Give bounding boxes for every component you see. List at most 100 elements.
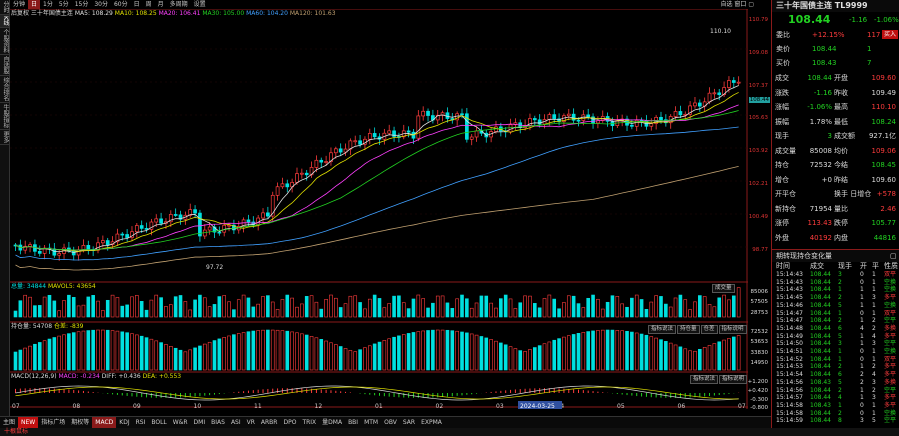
volume-bar [295,306,299,318]
volume-bar [139,301,144,318]
x-axis-label: 06 [678,403,686,409]
oi-bar [76,331,81,371]
oi-bar [236,333,241,371]
oi-button-0[interactable]: 指标说法 [648,325,677,334]
oi-bar [596,330,600,371]
candle [139,225,144,229]
left-tab-1[interactable]: K线 [0,15,9,28]
volume-bar [261,296,265,318]
candle [198,212,202,237]
price-axis-label: 110.79 [748,17,768,23]
status-bar: 十根鼠标 [0,428,899,436]
x-axis-label: 02 [436,403,444,409]
left-tab-4[interactable]: 综合排名 [0,76,9,103]
high-label: 110.10 [710,28,731,35]
tick-cell: 108.44 [810,417,831,425]
period-button-8[interactable]: 周 [143,0,155,9]
macd-axis-label: +1.200 [747,379,768,385]
left-tab-6[interactable]: 更多 [0,130,9,145]
oi-bar [227,335,231,371]
oi-bar [115,330,120,371]
dea-line [15,386,739,400]
period-button-5[interactable]: 30分 [91,0,111,9]
toolbar-right-icons[interactable]: 自选 窗口 ▢ [721,0,754,9]
volume-bar [547,294,552,318]
macd-button-0[interactable]: 指标说法 [690,375,719,384]
volume-bar [727,299,731,318]
volume-bar [207,306,212,318]
candle [134,225,139,233]
kline-chart[interactable]: 110.1097.7207080910111201020304050607202… [10,9,748,409]
oi-bar [169,346,173,371]
oi-bar [639,333,644,371]
period-button-3[interactable]: 5分 [56,0,72,9]
dea-value: DEA: +0.553 [142,373,182,380]
oi-bar [130,333,134,371]
oi-bar [712,343,717,371]
candle [426,110,430,116]
left-tab-5[interactable]: 牛股指标 [0,103,9,130]
period-button-10[interactable]: 多周期 [167,0,191,9]
volume-button[interactable]: 成交量 [712,284,735,293]
period-button-2[interactable]: 1分 [40,0,56,9]
oi-bar [28,345,32,371]
volume-axis-label: 85006 [750,289,769,295]
volume-bar [499,298,503,318]
oi-bar [479,336,484,371]
buy-tag[interactable]: 买入 [882,30,899,39]
volume-bar [37,305,42,318]
stats-value-2: 109.49 [871,88,897,97]
oi-bar [581,332,586,371]
period-button-6[interactable]: 60分 [111,0,131,9]
candle [678,111,683,116]
oi-bar [202,343,207,371]
volume-bar [678,294,683,318]
candle [586,114,591,118]
price-axis-label: 105.63 [748,115,768,121]
period-button-0[interactable]: 分钟 [10,0,28,9]
left-tab-3[interactable]: 自选股 [0,55,9,76]
volume-bar [33,305,37,318]
ma60-label: MA60: 104.20 [246,10,288,17]
oi-button-1[interactable]: 持仓量 [677,325,700,334]
period-button-7[interactable]: 日 [131,0,143,9]
oi-button-2[interactable]: 仓差 [700,325,718,334]
x-axis-label: 05 [617,403,625,409]
oi-bar [416,331,421,371]
volume-bar [571,295,576,318]
period-button-11[interactable]: 设置 [191,0,209,9]
oi-bar [411,332,416,371]
oi-bar [547,341,552,371]
tick-cell: 8 [838,417,842,425]
volume-bar [251,306,256,318]
volume-bar [314,301,319,318]
stats-label: 新持仓 [775,204,796,213]
oi-button-3[interactable]: 指标说明 [718,325,747,334]
oi-bar [707,345,712,371]
oi-bar [101,329,105,371]
period-button-9[interactable]: 月 [155,0,167,9]
order-book-row: 卖价 108.44 1 [772,43,899,55]
macd-axis-label: -0.800 [750,405,768,411]
macd-button-1[interactable]: 指标说明 [719,375,748,384]
candle [736,81,741,84]
macd-buttons: 指标说法 指标说明 [690,374,748,384]
volume-bar [275,309,280,318]
period-button-4[interactable]: 15分 [72,0,92,9]
volume-bar [266,295,270,318]
oi-bar [91,329,95,371]
oi-bar [523,351,527,371]
volume-bar [693,301,697,318]
volume-bar [503,294,508,318]
candle [571,113,576,121]
left-tab-2[interactable]: 个股资料 [0,28,9,55]
oi-bar [499,342,503,371]
left-tab-0[interactable]: 分时 [0,0,9,15]
oi-bar [188,349,193,371]
volume-bar [329,294,333,318]
oi-bar [426,330,430,371]
stats-label: 成交量 [775,146,796,155]
oi-bar [71,332,76,371]
period-button-1[interactable]: 日 [28,0,41,9]
x-axis-label: 09 [133,403,141,409]
